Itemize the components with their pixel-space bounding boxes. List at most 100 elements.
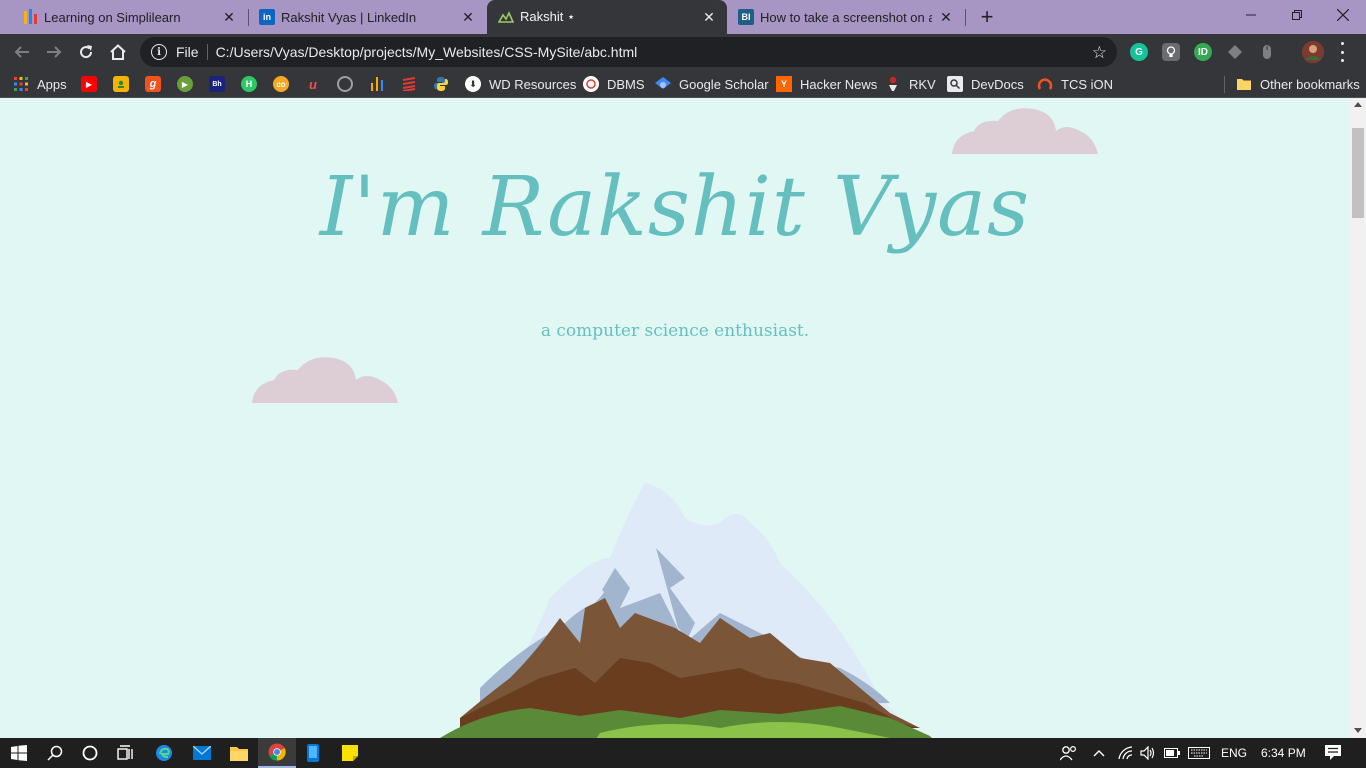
bookmark-play[interactable]: ▶ [177,75,193,93]
chart-icon [369,76,385,92]
python-icon [433,76,449,92]
bookmark-wd-resources[interactable]: ⬇ WD Resources [465,75,576,93]
minimize-button[interactable] [1228,0,1274,30]
taskbar-edge[interactable] [145,738,183,768]
volume-icon[interactable] [1140,745,1156,761]
bi-icon: BI [738,9,754,25]
tab-strip: Learning on Simplilearn ✕ in Rakshit Vya… [0,0,1366,34]
extension-layers-icon[interactable] [1226,43,1244,61]
bookmark-apps[interactable]: Apps [13,75,67,93]
tab-simplilearn[interactable]: Learning on Simplilearn ✕ [0,0,247,34]
mail-icon [193,746,211,760]
info-icon[interactable]: i [151,44,167,60]
tab-title: How to take a screenshot on any [760,9,932,25]
bookmark-chart[interactable] [369,75,385,93]
classroom-icon [113,76,129,92]
clock[interactable]: 6:34 PM [1261,745,1306,761]
page-subtitle: a computer science enthusiast. [540,321,810,341]
apps-grid-icon [13,76,29,92]
task-view-button[interactable] [107,738,145,768]
other-bookmarks[interactable]: Other bookmarks [1236,75,1360,93]
language-indicator[interactable]: ENG [1221,745,1247,761]
scroll-down-arrow[interactable] [1354,728,1362,733]
taskbar-chrome[interactable] [258,738,296,768]
search-button[interactable] [36,738,74,768]
folder-icon [1236,76,1252,92]
tab-title: Learning on Simplilearn [44,9,181,25]
people-icon[interactable] [1060,745,1078,761]
task-view-icon [117,745,133,760]
bookmark-youtube[interactable]: ▶ [81,75,97,93]
page-scrollbar[interactable] [1350,98,1366,738]
tab-title: Rakshit Vyas | LinkedIn [281,9,417,25]
bookmark-label: Hacker News [800,76,878,92]
linkedin-icon: in [259,9,275,25]
battery-icon[interactable] [1164,745,1180,761]
bookmark-dbms[interactable]: DBMS [583,75,645,93]
bookmarks-bar: Apps ▶ g ▶ Bh H co u ⬇ WD Resources DBMS… [0,70,1366,98]
bookmark-google-scholar[interactable]: Google Scholar [655,75,769,93]
omnibox-divider [206,44,208,60]
bookmark-udemy[interactable]: u [305,75,321,93]
forward-button[interactable] [42,40,66,64]
taskbar-phone-app[interactable] [294,738,332,768]
bookmark-python[interactable] [433,75,449,93]
taskbar-mail[interactable] [183,738,221,768]
close-window-button[interactable] [1320,0,1366,30]
new-tab-button[interactable]: + [975,4,999,29]
grammarly-icon[interactable]: G [1130,43,1148,61]
restore-button[interactable] [1274,0,1320,30]
bookmark-devdocs[interactable]: DevDocs [947,75,1024,93]
address-bar[interactable]: i File C:/Users/Vyas/Desktop/projects/My… [140,37,1117,67]
tab-rakshit[interactable]: Rakshit ⋆ ✕ [487,0,727,34]
tab-linkedin[interactable]: in Rakshit Vyas | LinkedIn ✕ [249,0,486,34]
other-bookmarks-label: Other bookmarks [1260,76,1360,92]
keyboard-icon[interactable] [1188,745,1210,761]
tab-screenshot-article[interactable]: BI How to take a screenshot on any ✕ [728,0,964,34]
url-scheme: File [176,44,199,60]
reload-button[interactable] [74,40,98,64]
reload-icon [80,45,93,59]
close-icon[interactable]: ✕ [221,9,237,25]
bookmark-tcs-ion[interactable]: TCS iON [1037,75,1113,93]
arrow-right-icon [47,46,62,58]
cortana-button[interactable] [71,738,109,768]
bookmark-star-icon[interactable]: ☆ [1092,43,1107,63]
bookmark-coursera[interactable]: co [273,75,289,93]
extension-bulb-icon[interactable] [1162,43,1180,61]
udemy-icon: u [309,76,317,92]
bookmark-swirl[interactable] [337,75,353,93]
bookmark-hacker-news[interactable]: Y Hacker News [776,75,877,93]
taskbar-sticky-notes[interactable] [331,738,369,768]
windows-icon [11,745,27,761]
bookmark-hackerrank[interactable]: H [241,75,257,93]
profile-avatar[interactable] [1302,41,1324,63]
extension-id-icon[interactable]: ID [1194,43,1212,61]
close-icon[interactable]: ✕ [938,9,954,25]
bookmark-rkv[interactable]: RKV [885,75,936,93]
bookmark-g[interactable]: g [145,75,161,93]
notification-center-icon[interactable] [1325,745,1341,761]
home-button[interactable] [106,40,130,64]
dbms-icon [583,76,599,92]
scroll-up-arrow[interactable] [1354,102,1362,107]
bookmark-bh[interactable]: Bh [209,75,225,93]
coursera-icon: co [273,76,289,92]
wifi-icon[interactable] [1118,745,1134,761]
bookmark-label: RKV [909,76,936,92]
search-icon [47,745,63,761]
close-icon[interactable]: ✕ [701,9,717,25]
bookmark-stack[interactable] [401,75,417,93]
back-button[interactable] [10,40,34,64]
taskbar-explorer[interactable] [220,738,258,768]
close-icon[interactable]: ✕ [460,9,476,25]
page-viewport: I'm Rakshit Vyas a computer science enth… [0,98,1350,738]
extension-mouse-icon[interactable] [1258,43,1276,61]
chrome-menu-button[interactable] [1336,42,1348,62]
url-text[interactable]: C:/Users/Vyas/Desktop/projects/My_Websit… [216,44,638,60]
bookmark-classroom[interactable] [113,75,129,93]
swirl-icon [337,76,353,92]
start-button[interactable] [0,738,38,768]
scroll-thumb[interactable] [1352,128,1364,218]
chevron-up-icon[interactable] [1093,745,1105,761]
